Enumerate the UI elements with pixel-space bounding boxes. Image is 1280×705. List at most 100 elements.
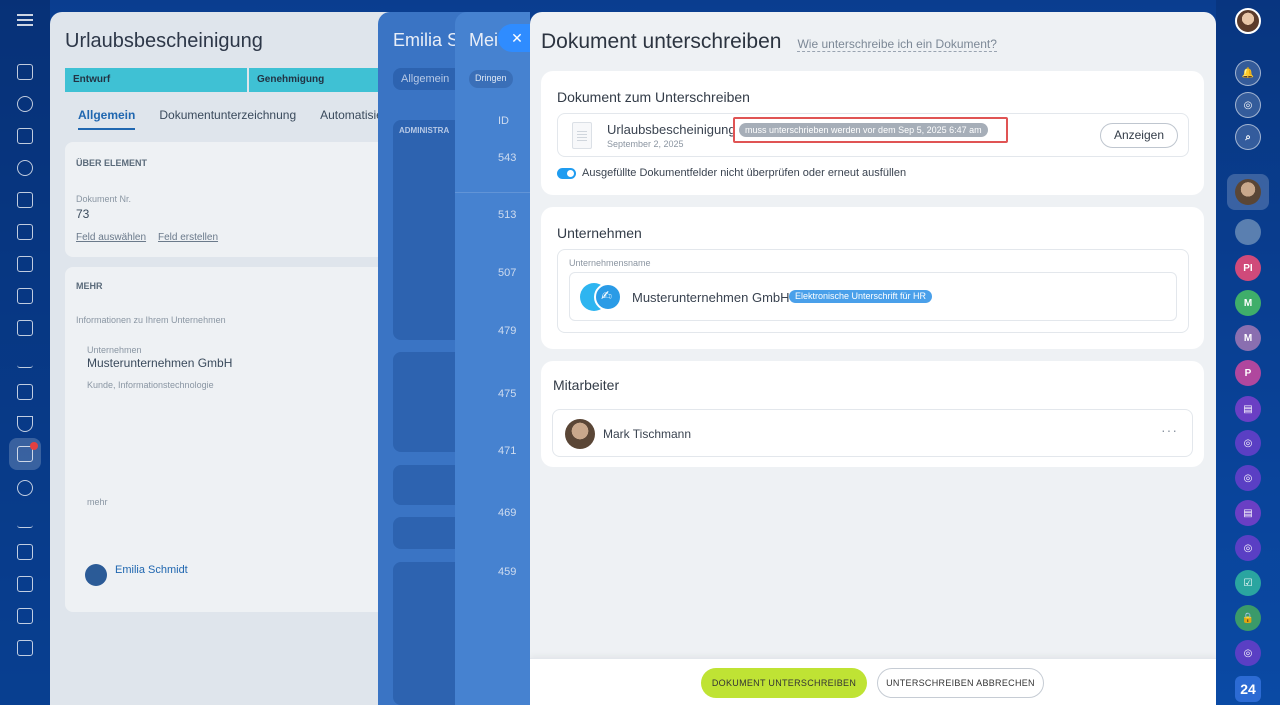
chat-avatar-m[interactable]: M bbox=[1235, 290, 1261, 316]
cart-icon[interactable] bbox=[17, 384, 33, 400]
stage-bar: Entwurf Genehmigung bbox=[65, 68, 399, 92]
copilot-chat-icon[interactable]: ◎ bbox=[1235, 430, 1261, 456]
close-icon: ✕ bbox=[511, 29, 523, 46]
activity-icon[interactable] bbox=[17, 96, 33, 112]
doc-chat-icon[interactable]: ▤ bbox=[1235, 396, 1261, 422]
tab-general[interactable]: Allgemein bbox=[78, 108, 136, 130]
row-id[interactable]: 507 bbox=[498, 267, 516, 279]
create-field-link[interactable]: Feld erstellen bbox=[158, 232, 218, 243]
footer-bar: DOKUMENT UNTERSCHREIBEN UNTERSCHREIBEN A… bbox=[530, 658, 1216, 705]
chat-avatar-m2[interactable]: M bbox=[1235, 325, 1261, 351]
signature-badge: Elektronische Unterschrift für HR bbox=[789, 290, 933, 303]
right-sidebar: 🔔 ◎ ⌕ PI M M P ▤ ◎ ◎ ▤ ◎ ☑ 🔒 ◎ 24 bbox=[1216, 0, 1280, 705]
row-id[interactable]: 471 bbox=[498, 445, 516, 457]
urgent-filter[interactable]: Dringen bbox=[469, 70, 513, 88]
settings-icon[interactable] bbox=[17, 480, 33, 496]
help-link[interactable]: Wie unterschreibe ich ein Dokument? bbox=[797, 37, 997, 52]
company-field: Unternehmensname Musterunternehmen GmbH … bbox=[557, 249, 1189, 333]
row-id[interactable]: 469 bbox=[498, 507, 516, 519]
employee-avatar bbox=[565, 419, 595, 449]
row-divider bbox=[455, 192, 530, 193]
task-chat-icon[interactable]: ☑ bbox=[1235, 570, 1261, 596]
apps-icon[interactable] bbox=[17, 608, 33, 624]
show-document-button[interactable]: Anzeigen bbox=[1099, 123, 1178, 148]
more-link[interactable]: mehr bbox=[87, 497, 108, 507]
documents-icon[interactable] bbox=[17, 128, 33, 144]
tab-signing[interactable]: Dokumentunterzeichnung bbox=[159, 108, 296, 130]
company-section-heading: Unternehmen bbox=[557, 225, 642, 241]
close-slider-button[interactable]: ✕ bbox=[498, 24, 532, 52]
more-heading: MEHR bbox=[76, 281, 103, 291]
row-id[interactable]: 459 bbox=[498, 566, 516, 578]
monitor-icon[interactable] bbox=[17, 256, 33, 272]
document-file-icon bbox=[572, 122, 592, 149]
left-sidebar bbox=[0, 0, 50, 705]
search-icon[interactable]: ⌕ bbox=[1235, 124, 1261, 150]
stage-approval[interactable]: Genehmigung bbox=[249, 68, 399, 92]
more-options-icon[interactable]: ··· bbox=[1161, 422, 1178, 438]
panel-c-title: Mei bbox=[469, 30, 499, 50]
group-chat-icon[interactable] bbox=[1235, 219, 1261, 245]
employee-section-heading: Mitarbeiter bbox=[553, 377, 620, 393]
bitrix24-logo[interactable]: 24 bbox=[1235, 676, 1261, 702]
about-heading: ÜBER ELEMENT bbox=[76, 158, 148, 168]
background-panel-list: Mei Dringen ID 543 513 507 479 475 471 4… bbox=[455, 12, 530, 705]
lock-chat-icon[interactable]: 🔒 bbox=[1235, 605, 1261, 631]
row-id[interactable]: 543 bbox=[498, 152, 516, 164]
home-icon[interactable] bbox=[17, 64, 33, 80]
file-icon[interactable] bbox=[17, 192, 33, 208]
calendar-icon[interactable] bbox=[17, 288, 33, 304]
company-name: Musterunternehmen GmbH bbox=[632, 290, 790, 305]
storage-icon[interactable] bbox=[17, 544, 33, 560]
copilot-icon[interactable]: ◎ bbox=[1235, 92, 1261, 118]
document-row: Urlaubsbescheinigung September 2, 2025 m… bbox=[557, 113, 1189, 157]
panel-a-tabs: Allgemein Dokumentunterzeichnung Automat… bbox=[78, 108, 383, 130]
cancel-signing-button[interactable]: UNTERSCHREIBEN ABBRECHEN bbox=[877, 668, 1044, 698]
card-icon[interactable] bbox=[17, 224, 33, 240]
doc-chat-icon[interactable]: ▤ bbox=[1235, 500, 1261, 526]
row-id[interactable]: 513 bbox=[498, 209, 516, 221]
menu-icon[interactable] bbox=[17, 14, 33, 26]
copilot-chat-icon[interactable]: ◎ bbox=[1235, 640, 1261, 666]
chat-avatar[interactable] bbox=[1235, 179, 1261, 205]
chat-avatar-p[interactable]: P bbox=[1235, 360, 1261, 386]
copilot-chat-icon[interactable]: ◎ bbox=[1235, 465, 1261, 491]
stage-draft[interactable]: Entwurf bbox=[65, 68, 247, 92]
filter-icon[interactable] bbox=[17, 416, 33, 432]
doc-no-label: Dokument Nr. bbox=[76, 194, 132, 204]
chat-avatar-pi[interactable]: PI bbox=[1235, 255, 1261, 281]
notification-dot bbox=[30, 442, 38, 450]
tab-automation[interactable]: Automatisie bbox=[320, 108, 383, 130]
employee-name: Mark Tischmann bbox=[603, 427, 692, 441]
person-name[interactable]: Emilia Schmidt bbox=[115, 564, 188, 576]
user-avatar[interactable] bbox=[1235, 8, 1261, 34]
row-id[interactable]: 479 bbox=[498, 325, 516, 337]
checkbox-icon[interactable] bbox=[17, 320, 33, 336]
row-id[interactable]: 475 bbox=[498, 388, 516, 400]
copilot-chat-icon[interactable]: ◎ bbox=[1235, 535, 1261, 561]
panel-b-title: Emilia S bbox=[393, 30, 460, 50]
deadline-badge: muss unterschrieben werden vor dem Sep 5… bbox=[739, 123, 988, 137]
skip-fields-label: Ausgefüllte Dokumentfelder nicht überprü… bbox=[582, 167, 907, 179]
more-icon[interactable] bbox=[17, 640, 33, 656]
more-card: MEHR Informationen zu Ihrem Unternehmen … bbox=[65, 267, 395, 612]
employee-section: Mitarbeiter Mark Tischmann ··· bbox=[541, 361, 1204, 467]
deadline-highlight: muss unterschrieben werden vor dem Sep 5… bbox=[733, 117, 1008, 143]
document-section-heading: Dokument zum Unterschreiben bbox=[557, 89, 750, 105]
employee-row[interactable]: Mark Tischmann ··· bbox=[552, 409, 1193, 457]
bell-icon[interactable]: 🔔 bbox=[1235, 60, 1261, 86]
select-field-link[interactable]: Feld auswählen bbox=[76, 232, 146, 243]
skip-fields-toggle[interactable] bbox=[557, 168, 576, 179]
sign-document-button[interactable]: DOKUMENT UNTERSCHREIBEN bbox=[701, 668, 867, 698]
modal-header: Dokument unterschreiben Wie unterschreib… bbox=[541, 30, 997, 54]
company-label: Unternehmen bbox=[87, 345, 142, 355]
company-field-label: Unternehmensname bbox=[569, 258, 651, 268]
pen-icon[interactable] bbox=[17, 512, 33, 528]
company-entry[interactable]: Musterunternehmen GmbH Elektronische Unt… bbox=[569, 272, 1177, 321]
company-name: Musterunternehmen GmbH bbox=[87, 356, 233, 370]
chat-icon[interactable] bbox=[17, 576, 33, 592]
page-title: Dokument unterschreiben bbox=[541, 30, 782, 53]
contacts-icon[interactable] bbox=[17, 160, 33, 176]
id-column-header[interactable]: ID bbox=[498, 115, 509, 127]
analytics-icon[interactable] bbox=[17, 352, 33, 368]
